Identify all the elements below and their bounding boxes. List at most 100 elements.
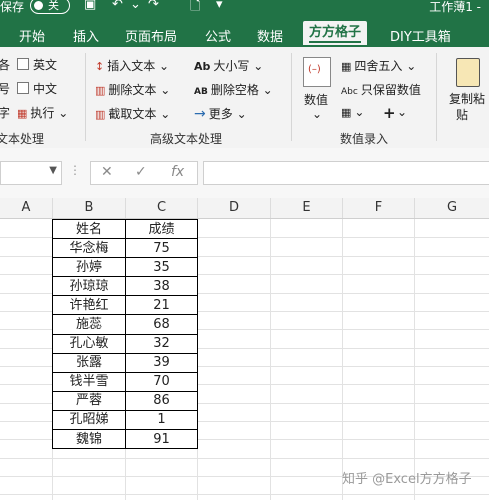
name-cell[interactable]: 孔心敏 bbox=[52, 333, 126, 354]
extract-text-button[interactable]: ▥ 截取文本 ⌄ bbox=[95, 105, 170, 122]
keep-numbers-button[interactable]: Abc 只保留数值 bbox=[341, 81, 421, 98]
name-cell[interactable]: 张露 bbox=[52, 352, 126, 373]
function-icon[interactable]: fx bbox=[171, 164, 184, 180]
column-header-f[interactable]: F bbox=[343, 198, 415, 218]
insert-text-button[interactable]: ↕ 插入文本 ⌄ bbox=[95, 57, 169, 74]
cutoff-label-2: 号 bbox=[0, 82, 11, 96]
toggle-state: 关 bbox=[48, 0, 59, 12]
tab-diy-toolbox[interactable]: DIY工具箱 bbox=[390, 26, 451, 45]
score-cell[interactable]: 68 bbox=[125, 314, 198, 335]
score-cell[interactable]: 70 bbox=[125, 371, 198, 392]
extract-text-label: 截取文本 bbox=[108, 107, 157, 121]
numeric-dropdown-icon[interactable]: ⌄ bbox=[312, 107, 322, 121]
ribbon-panel: 各 号 字 英文 中文 ▦ 执行 ⌄ 文本处理 ↕ 插入文本 ⌄ ▥ 删除文本 ⌄ ▥… bbox=[0, 47, 489, 149]
case-label: 大小写 bbox=[213, 59, 250, 73]
drag-handle-icon[interactable]: ⋮ bbox=[69, 163, 81, 177]
numeric-value-icon: (–) bbox=[303, 57, 331, 87]
watermark: 知乎 @Excel方方格子 bbox=[342, 472, 472, 487]
plus-button[interactable]: + bbox=[383, 104, 396, 122]
column-header-c[interactable]: C bbox=[126, 198, 198, 218]
column-header-d[interactable]: D bbox=[198, 198, 271, 218]
name-cell[interactable]: 华念梅 bbox=[52, 238, 126, 259]
group-label-advanced-text: 高级文本处理 bbox=[150, 132, 223, 146]
delete-text-icon: ▥ bbox=[95, 84, 106, 97]
name-cell[interactable]: 钱半雪 bbox=[52, 371, 126, 392]
column-header-e[interactable]: E bbox=[271, 198, 343, 218]
tab-formulas[interactable]: 公式 bbox=[205, 26, 231, 45]
copy-paste-label-2: 贴 bbox=[456, 108, 469, 122]
score-cell[interactable]: 39 bbox=[125, 352, 198, 373]
english-checkbox[interactable]: 英文 bbox=[17, 56, 57, 73]
tab-data[interactable]: 数据 bbox=[257, 26, 283, 45]
grid-icon: ▦ bbox=[341, 106, 352, 119]
plus-dropdown-icon[interactable]: ⌄ bbox=[397, 105, 407, 119]
group-label-numeric-entry: 数值录入 bbox=[340, 132, 389, 146]
copy-paste-button[interactable]: 复制粘 bbox=[449, 90, 485, 107]
name-cell[interactable]: 孙婷 bbox=[52, 257, 126, 278]
data-table: 姓名 成绩 华念梅 75 孙婷 35 孙琼琼 38 许艳红 21 施蕊 68 孔心敏 32 … bbox=[52, 218, 198, 450]
column-header-a[interactable]: A bbox=[0, 198, 53, 218]
group-label-text-processing: 文本处理 bbox=[0, 132, 45, 146]
round-button[interactable]: ▦ 四舍五入 ⌄ bbox=[341, 57, 416, 74]
score-cell[interactable]: 32 bbox=[125, 333, 198, 354]
name-cell[interactable]: 许艳红 bbox=[52, 295, 126, 316]
column-header-g[interactable]: G bbox=[415, 198, 489, 218]
score-cell[interactable]: 86 bbox=[125, 390, 198, 411]
name-cell[interactable]: 施蕊 bbox=[52, 314, 126, 335]
save-icon[interactable]: ▣ bbox=[84, 0, 96, 12]
insert-text-label: 插入文本 bbox=[107, 59, 156, 73]
formula-buttons: ✕ ✓ fx bbox=[90, 161, 198, 185]
delete-space-button[interactable]: AB 删除空格 ⌄ bbox=[194, 81, 273, 98]
undo-dropdown-icon[interactable]: ⌄ bbox=[130, 0, 141, 12]
execute-button[interactable]: ▦ 执行 ⌄ bbox=[17, 104, 68, 121]
autosave-toggle[interactable]: 关 bbox=[30, 0, 70, 14]
table-row: 华念梅 75 bbox=[52, 238, 198, 259]
grid-button[interactable]: ▦ ⌄ bbox=[341, 105, 364, 119]
checkbox-icon bbox=[17, 58, 29, 70]
name-box[interactable]: ▼ bbox=[0, 161, 62, 185]
header-cell-score[interactable]: 成绩 bbox=[125, 218, 198, 240]
name-cell[interactable]: 孙琼琼 bbox=[52, 276, 126, 297]
score-cell[interactable]: 1 bbox=[125, 409, 198, 431]
tab-insert[interactable]: 插入 bbox=[73, 26, 99, 45]
score-cell[interactable]: 75 bbox=[125, 238, 198, 259]
more-button[interactable]: → 更多 ⌄ bbox=[194, 105, 247, 122]
cancel-icon[interactable]: ✕ bbox=[101, 164, 113, 180]
name-cell[interactable]: 魏锦 bbox=[52, 429, 126, 450]
chevron-down-icon: ▼ bbox=[49, 165, 57, 176]
formula-input[interactable] bbox=[203, 161, 489, 185]
checkbox-icon bbox=[17, 82, 29, 94]
arrow-right-icon: → bbox=[194, 106, 206, 122]
insert-text-icon: ↕ bbox=[95, 60, 105, 73]
column-header-b[interactable]: B bbox=[53, 198, 126, 218]
group-separator bbox=[85, 53, 86, 141]
case-button[interactable]: Ab 大小写 ⌄ bbox=[194, 57, 263, 74]
grid-line bbox=[0, 494, 489, 495]
numeric-value-button[interactable]: 数值 bbox=[304, 91, 328, 108]
case-icon: Ab bbox=[194, 60, 211, 73]
score-cell[interactable]: 38 bbox=[125, 276, 198, 297]
score-cell[interactable]: 91 bbox=[125, 429, 198, 450]
score-cell[interactable]: 35 bbox=[125, 257, 198, 278]
quick-access-dropdown-icon[interactable]: ▾ bbox=[216, 0, 223, 12]
tab-fangfang-gezi[interactable]: 方方格子 bbox=[303, 21, 368, 45]
execute-label: 执行 bbox=[30, 106, 55, 120]
table-row: 张露 39 bbox=[52, 352, 198, 373]
ribbon-tabs: 开始 插入 页面布局 公式 数据 方方格子 DIY工具箱 bbox=[0, 17, 489, 47]
delete-space-icon: AB bbox=[194, 87, 208, 97]
english-label: 英文 bbox=[33, 58, 58, 72]
enter-icon[interactable]: ✓ bbox=[135, 164, 147, 180]
undo-icon[interactable]: ↶ bbox=[112, 0, 123, 12]
delete-text-button[interactable]: ▥ 删除文本 ⌄ bbox=[95, 81, 170, 98]
name-cell[interactable]: 严蓉 bbox=[52, 390, 126, 411]
score-cell[interactable]: 21 bbox=[125, 295, 198, 316]
header-cell-name[interactable]: 姓名 bbox=[52, 218, 126, 240]
tab-home[interactable]: 开始 bbox=[19, 26, 45, 45]
table-row: 钱半雪 70 bbox=[52, 371, 198, 392]
redo-icon[interactable]: ↷ bbox=[148, 0, 159, 12]
chinese-checkbox[interactable]: 中文 bbox=[17, 80, 57, 97]
table-row: 孔心敏 32 bbox=[52, 333, 198, 354]
extract-text-icon: ▥ bbox=[95, 108, 106, 121]
tab-page-layout[interactable]: 页面布局 bbox=[125, 26, 177, 45]
name-cell[interactable]: 孔昭娣 bbox=[52, 409, 126, 431]
